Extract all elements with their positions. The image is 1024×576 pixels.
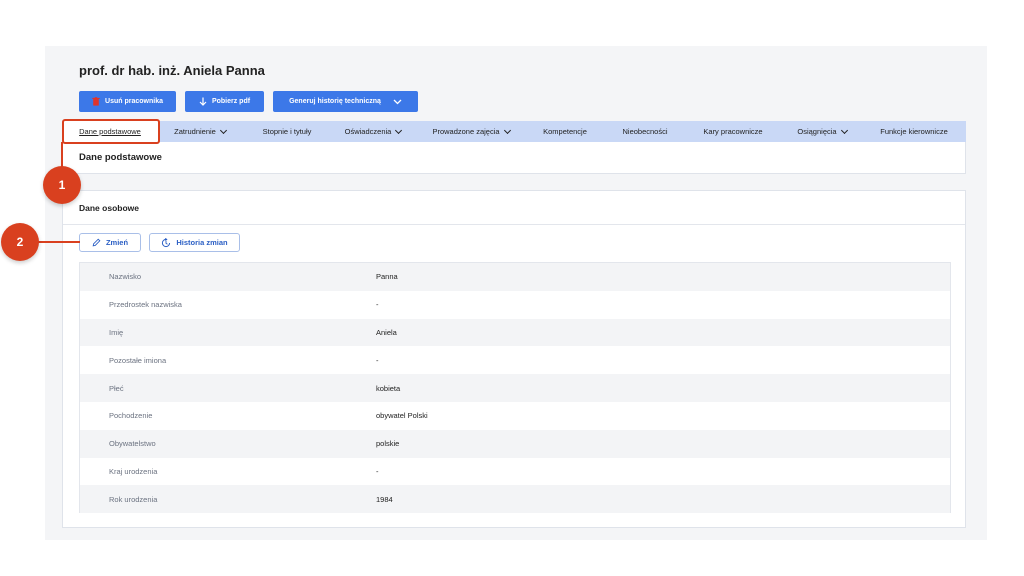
download-pdf-button[interactable]: Pobierz pdf: [185, 91, 264, 112]
row-label: Obywatelstwo: [109, 439, 156, 449]
trash-icon: [92, 97, 100, 106]
pencil-icon: [92, 238, 101, 247]
annotation-marker-1: 1: [43, 166, 81, 204]
row-label: Pozostałe imiona: [109, 355, 167, 365]
annotation-connector: [36, 241, 80, 243]
tab-label: Funkcje kierownicze: [880, 127, 948, 136]
marker-number: 1: [58, 178, 66, 192]
section-header-panel: Dane podstawowe: [62, 142, 966, 174]
generate-history-label: Generuj historię techniczną: [289, 98, 381, 105]
annotation-marker-2: 2: [1, 223, 39, 261]
change-history-button[interactable]: Historia zmian: [149, 233, 240, 252]
row-label: Rok urodzenia: [109, 494, 158, 504]
row-value: kobieta: [376, 383, 401, 393]
tab-nieobecnosci[interactable]: Nieobecności: [618, 121, 672, 142]
row-value: -: [376, 466, 379, 476]
tab-oswiadczenia[interactable]: Oświadczenia: [340, 121, 406, 142]
tab-label: Nieobecności: [622, 127, 668, 136]
page-title: prof. dr hab. inż. Aniela Panna: [79, 63, 265, 78]
row-value: -: [376, 300, 379, 310]
edit-button[interactable]: Zmień: [79, 233, 141, 252]
generate-history-button[interactable]: Generuj historię techniczną: [273, 91, 418, 112]
table-row: Pozostałe imiona -: [80, 346, 950, 375]
tab-bar: Dane podstawowe Zatrudnienie Stopnie i t…: [62, 121, 966, 142]
table-row: Nazwisko Panna: [80, 263, 950, 291]
divider: [63, 224, 965, 225]
annotation-connector: [61, 142, 63, 168]
delete-employee-label: Usuń pracownika: [105, 98, 163, 105]
edit-label: Zmień: [105, 238, 129, 247]
table-row: Przedrostek nazwiska -: [80, 290, 950, 319]
chevron-down-icon: [503, 126, 511, 134]
tab-label: Kompetencje: [543, 127, 587, 136]
tab-label: Prowadzone zajęcia: [432, 127, 500, 136]
row-value: polskie: [376, 439, 400, 449]
tab-stopnie-i-tytuly[interactable]: Stopnie i tytuły: [252, 121, 322, 142]
change-history-label: Historia zmian: [176, 238, 228, 247]
tab-osiagniecia[interactable]: Osiągnięcia: [792, 121, 852, 142]
row-value: Aniela: [376, 327, 397, 337]
section-title: Dane podstawowe: [79, 152, 162, 163]
tab-kary-pracownicze[interactable]: Kary pracownicze: [696, 121, 770, 142]
table-row: Rok urodzenia 1984: [80, 485, 950, 514]
tab-label: Oświadczenia: [344, 127, 392, 136]
table-row: Pochodzenie obywatel Polski: [80, 401, 950, 430]
tab-prowadzone-zajecia[interactable]: Prowadzone zajęcia: [428, 121, 514, 142]
row-label: Kraj urodzenia: [109, 466, 158, 476]
row-label: Nazwisko: [109, 272, 142, 282]
download-pdf-label: Pobierz pdf: [211, 98, 251, 105]
row-value: Panna: [376, 272, 398, 282]
tab-label: Stopnie i tytuły: [262, 127, 312, 136]
row-label: Płeć: [109, 383, 124, 393]
tab-zatrudnienie[interactable]: Zatrudnienie: [170, 121, 230, 142]
arrow-down-icon: [199, 97, 207, 106]
chevron-down-icon: [219, 126, 227, 134]
tab-label: Zatrudnienie: [174, 127, 216, 136]
row-label: Imię: [109, 327, 124, 337]
personal-data-title: Dane osobowe: [79, 203, 139, 213]
row-value: -: [376, 355, 379, 365]
personal-data-table: Nazwisko Panna Przedrostek nazwiska - Im…: [79, 262, 951, 514]
marker-number: 2: [16, 235, 24, 249]
tab-kompetencje[interactable]: Kompetencje: [538, 121, 592, 142]
tab-funkcje-kierownicze[interactable]: Funkcje kierownicze: [874, 121, 954, 142]
annotation-highlight-box: [62, 119, 160, 144]
chevron-down-icon: [840, 126, 848, 134]
tab-label: Osiągnięcia: [797, 127, 837, 136]
personal-data-panel: Dane osobowe Zmień Historia zmian Nazwis…: [62, 190, 966, 528]
table-row: Kraj urodzenia -: [80, 457, 950, 486]
history-icon: [162, 237, 171, 247]
row-value: obywatel Polski: [376, 411, 428, 421]
chevron-down-icon[interactable]: [393, 99, 402, 105]
delete-employee-button[interactable]: Usuń pracownika: [79, 91, 176, 112]
row-label: Przedrostek nazwiska: [109, 300, 182, 310]
table-row: Płeć kobieta: [80, 374, 950, 402]
row-label: Pochodzenie: [109, 411, 153, 421]
row-value: 1984: [376, 494, 393, 504]
tab-label: Kary pracownicze: [703, 127, 763, 136]
table-row: Obywatelstwo polskie: [80, 429, 950, 458]
chevron-down-icon: [395, 126, 403, 134]
table-row: Imię Aniela: [80, 318, 950, 347]
